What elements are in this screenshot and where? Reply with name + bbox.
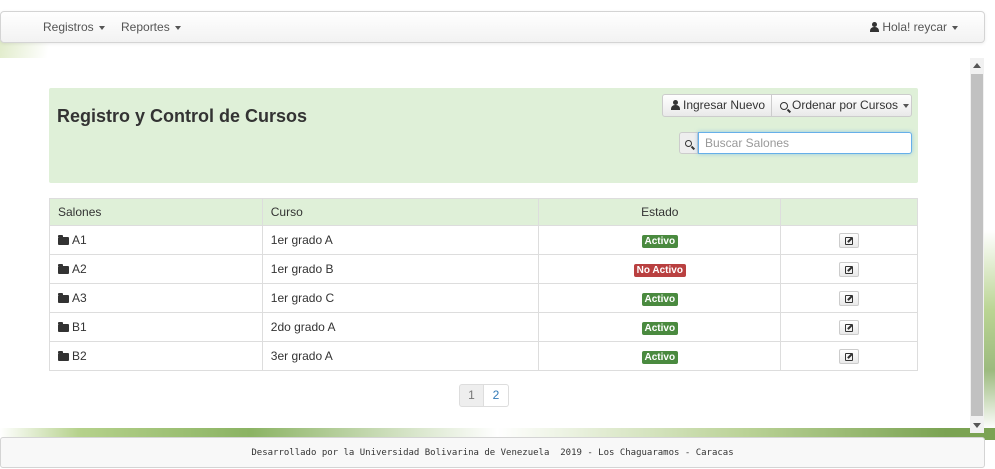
edit-icon[interactable]: [839, 290, 860, 306]
estado-cell: Activo: [538, 283, 781, 313]
table-row: A3 1er grado C Activo: [49, 283, 918, 313]
salon-name: A2: [72, 262, 87, 276]
edit-icon[interactable]: [839, 261, 860, 277]
estado-cell: No Activo: [538, 254, 781, 284]
search-icon: [780, 102, 788, 110]
scroll-up-arrow-icon[interactable]: [973, 63, 981, 68]
page-link-2[interactable]: 2: [484, 384, 509, 407]
estado-cell: Activo: [538, 225, 781, 255]
search-addon: [679, 132, 698, 154]
caret-down-icon: [903, 103, 910, 108]
caret-down-icon: [952, 25, 958, 30]
actions-cell: [780, 312, 918, 342]
column-header-salones: Salones: [49, 198, 263, 226]
footer: Desarrollado por la Universidad Bolivari…: [0, 437, 985, 468]
edit-icon[interactable]: [839, 232, 860, 248]
salon-name: B1: [72, 320, 87, 334]
user-icon: [671, 100, 680, 110]
salon-cell: A1: [49, 225, 263, 255]
scrollbar-thumb[interactable]: [971, 74, 983, 416]
curso-cell: 3er grado A: [261, 341, 539, 371]
vertical-scrollbar[interactable]: [970, 58, 984, 433]
folder-open-icon: [58, 264, 69, 274]
ingresar-nuevo-label: Ingresar Nuevo: [683, 98, 766, 112]
folder-open-icon: [58, 235, 69, 245]
ordenar-cursos-dropdown[interactable]: Ordenar por Cursos: [771, 94, 912, 117]
status-badge: Activo: [641, 292, 679, 306]
nav-reportes-label: Reportes: [121, 20, 170, 34]
column-header-estado: Estado: [538, 198, 781, 226]
ingresar-nuevo-button[interactable]: Ingresar Nuevo: [662, 94, 772, 117]
salon-cell: A3: [49, 283, 263, 313]
column-header-actions: [780, 198, 918, 226]
edit-icon[interactable]: [839, 319, 860, 335]
status-badge: Activo: [641, 234, 679, 248]
table-row: B2 3er grado A Activo: [49, 341, 918, 371]
search-input[interactable]: [698, 132, 912, 154]
status-badge: Activo: [641, 321, 679, 335]
status-badge: No Activo: [633, 263, 686, 277]
curso-cell: 2do grado A: [261, 312, 539, 342]
folder-open-icon: [58, 322, 69, 332]
top-navbar: Registros Reportes Hola! reycar: [0, 11, 985, 43]
table-row: A2 1er grado B No Activo: [49, 254, 918, 284]
salon-cell: B2: [49, 341, 263, 371]
salon-name: A1: [72, 233, 87, 247]
cursos-table: Salones Curso Estado A1 1er grado A Acti…: [49, 198, 918, 371]
caret-down-icon: [174, 25, 181, 30]
curso-cell: 1er grado B: [261, 254, 539, 284]
pagination: 1 2: [459, 384, 509, 407]
table-header-row: Salones Curso Estado: [49, 198, 918, 226]
curso-cell: 1er grado C: [261, 283, 539, 313]
actions-cell: [780, 283, 918, 313]
scroll-down-arrow-icon[interactable]: [973, 423, 981, 428]
header-panel: Registro y Control de Cursos Ingresar Nu…: [49, 88, 918, 183]
salon-name: A3: [72, 291, 87, 305]
actions-cell: [780, 341, 918, 371]
table-row: B1 2do grado A Activo: [49, 312, 918, 342]
salon-name: B2: [72, 349, 87, 363]
nav-reportes-dropdown[interactable]: Reportes: [121, 12, 181, 42]
nav-registros-dropdown[interactable]: Registros: [43, 12, 105, 42]
ordenar-cursos-label: Ordenar por Cursos: [792, 98, 899, 112]
folder-open-icon: [58, 351, 69, 361]
actions-cell: [780, 254, 918, 284]
page-link-1[interactable]: 1: [459, 384, 484, 407]
caret-down-icon: [98, 25, 105, 30]
edit-icon[interactable]: [839, 348, 860, 364]
column-header-curso: Curso: [261, 198, 539, 226]
salon-cell: B1: [49, 312, 263, 342]
table-row: A1 1er grado A Activo: [49, 225, 918, 255]
page-title: Registro y Control de Cursos: [57, 106, 308, 126]
estado-cell: Activo: [538, 341, 781, 371]
actions-cell: [780, 225, 918, 255]
nav-registros-label: Registros: [43, 20, 94, 34]
status-badge: Activo: [641, 350, 679, 364]
user-menu-label: Hola! reycar: [882, 20, 947, 34]
salon-cell: A2: [49, 254, 263, 284]
curso-cell: 1er grado A: [261, 225, 539, 255]
user-icon: [870, 22, 880, 32]
folder-open-icon: [58, 293, 69, 303]
estado-cell: Activo: [538, 312, 781, 342]
user-menu-dropdown[interactable]: Hola! reycar: [870, 12, 958, 42]
search-icon: [685, 139, 692, 147]
